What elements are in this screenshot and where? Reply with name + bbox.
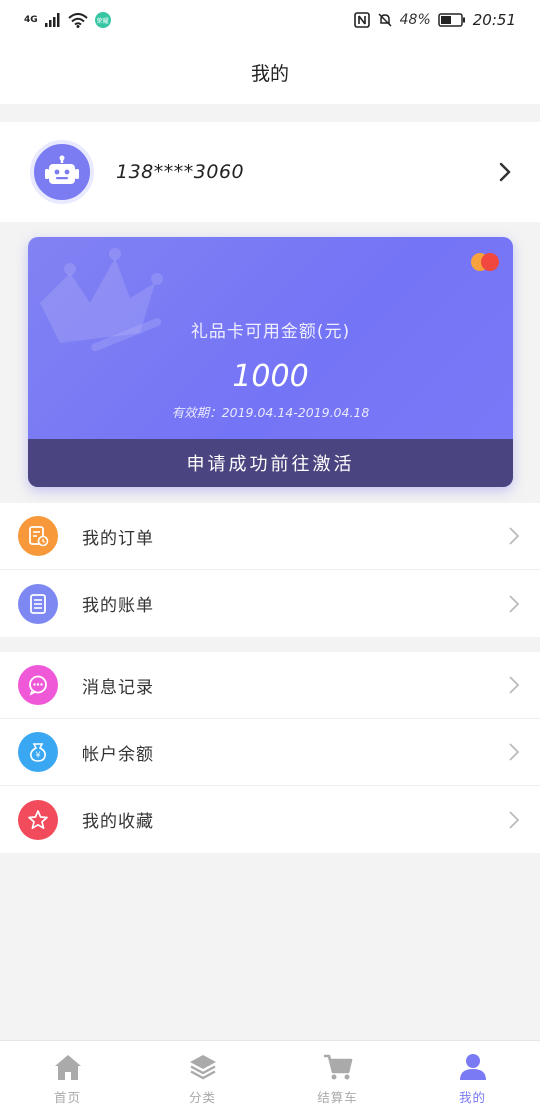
tab-label: 分类 — [188, 1090, 216, 1105]
card-title: 礼品卡可用金额(元) — [190, 322, 351, 342]
profile-row[interactable]: 138****3060 — [0, 122, 540, 222]
order-icon — [18, 516, 58, 556]
menu-item-bills[interactable]: 我的账单 — [0, 570, 540, 637]
menu-group-account: 消息记录 ¥ 帐户余额 我的收藏 — [0, 652, 540, 853]
page-title: 我的 — [250, 62, 289, 85]
tab-label: 首页 — [53, 1090, 81, 1105]
menu-label: 我的账单 — [82, 596, 154, 616]
battery-icon — [438, 13, 465, 27]
user-icon — [459, 1054, 486, 1080]
phone-number: 138****3060 — [116, 161, 245, 183]
message-icon — [18, 665, 58, 705]
battery-percent: 48% — [399, 12, 431, 28]
avatar[interactable] — [30, 140, 94, 204]
activate-button[interactable]: 申请成功前往激活 — [28, 439, 513, 487]
wallet-icon: ¥ — [18, 732, 58, 772]
cart-icon — [323, 1054, 352, 1080]
layers-icon — [189, 1055, 216, 1080]
tab-label: 我的 — [458, 1090, 486, 1105]
tab-label: 结算车 — [317, 1090, 358, 1105]
chevron-right-icon — [509, 676, 520, 694]
robot-icon — [45, 155, 79, 184]
gift-card[interactable]: 礼品卡可用金额(元) 1000 有效期：2019.04.14-2019.04.1… — [28, 237, 513, 487]
wifi-icon — [67, 12, 88, 28]
network-label: 4G — [24, 15, 38, 25]
menu-item-favorites[interactable]: 我的收藏 — [0, 786, 540, 853]
card-brand-icon — [469, 251, 503, 271]
page-header: 我的 — [0, 40, 540, 104]
chevron-right-icon — [509, 594, 520, 613]
crown-watermark-icon — [40, 248, 163, 352]
home-icon — [54, 1055, 81, 1080]
svg-text:¥: ¥ — [35, 751, 40, 760]
status-right: 48% 20:51 — [353, 11, 516, 29]
chevron-right-icon[interactable] — [498, 161, 512, 183]
menu-item-orders[interactable]: 我的订单 — [0, 503, 540, 570]
tab-category[interactable]: 分类 — [135, 1041, 270, 1120]
menu-item-messages[interactable]: 消息记录 — [0, 652, 540, 719]
menu-label: 帐户余额 — [82, 744, 154, 765]
menu-group-orders: 我的订单 我的账单 — [0, 503, 540, 637]
tab-home[interactable]: 首页 — [0, 1041, 135, 1120]
menu-label: 我的订单 — [82, 528, 154, 549]
chevron-right-icon — [509, 743, 520, 761]
card-amount: 1000 — [232, 359, 309, 394]
wifi-badge-icon: 荣耀 — [94, 12, 111, 28]
menu-item-balance[interactable]: ¥ 帐户余额 — [0, 719, 540, 786]
card-validity: 有效期：2019.04.14-2019.04.18 — [171, 405, 370, 420]
mute-bell-icon — [378, 13, 392, 27]
nfc-icon — [353, 12, 370, 28]
bottom-tabbar: 首页 分类 结算车 我的 — [0, 1040, 540, 1120]
tab-mine[interactable]: 我的 — [405, 1041, 540, 1120]
star-icon — [18, 799, 58, 840]
status-left: 4G 荣耀 — [24, 12, 111, 28]
menu-label: 我的收藏 — [82, 812, 154, 832]
clock: 20:51 — [472, 11, 516, 29]
chevron-right-icon — [509, 527, 520, 545]
menu-label: 消息记录 — [82, 677, 154, 698]
status-bar: 4G 荣耀 48% 20:51 — [0, 0, 540, 40]
signal-icon — [44, 13, 60, 27]
tab-cart[interactable]: 结算车 — [270, 1041, 405, 1120]
chevron-right-icon — [509, 810, 520, 829]
bill-icon — [18, 583, 58, 624]
